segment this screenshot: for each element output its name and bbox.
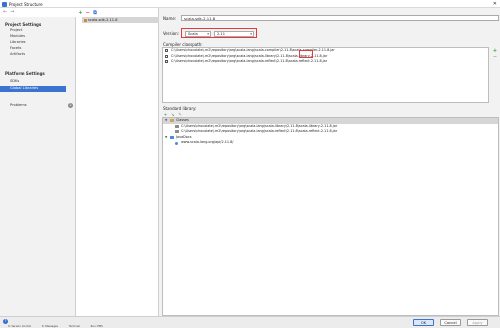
sidebar-item-libraries[interactable]: Libraries bbox=[10, 40, 76, 46]
version-highlight-box bbox=[299, 50, 313, 58]
standard-library-tree: ▼ Classes C:\Users\chocolate\.m2\reposit… bbox=[162, 117, 499, 316]
back-arrow-icon[interactable]: ← bbox=[3, 9, 7, 15]
compiler-classpath-list: C:\Users\chocolate\.m2\repository\org\sc… bbox=[162, 47, 489, 103]
problems-count-badge: 2 bbox=[68, 103, 73, 108]
jar-icon bbox=[165, 60, 168, 64]
global-libraries-panel: + − ⧉ scala-sdk-2.11.8 bbox=[76, 8, 159, 316]
version-select-value: 2.11 bbox=[217, 32, 226, 36]
version-highlight: Scala ▾ 2.11 ▾ bbox=[181, 28, 257, 38]
chevron-down-icon: ▾ bbox=[250, 32, 252, 36]
language-select-value: Scala bbox=[188, 32, 198, 36]
platform-settings-header: Platform Settings bbox=[5, 71, 45, 76]
version-label: Version: bbox=[163, 31, 180, 36]
library-item-scala-sdk[interactable]: scala-sdk-2.11.8 bbox=[82, 17, 159, 23]
name-label: Name: bbox=[163, 16, 177, 21]
classpath-toolbar: + − bbox=[491, 48, 499, 60]
close-icon[interactable]: ✕ bbox=[493, 1, 497, 7]
javadoc-icon bbox=[170, 136, 174, 140]
library-toolbar: + − ⧉ bbox=[78, 10, 99, 16]
library-name-input[interactable]: scala-sdk-2.11.8 bbox=[181, 15, 499, 21]
sidebar-item-facets[interactable]: Facets bbox=[10, 46, 76, 52]
standard-library-label: Standard library: bbox=[163, 106, 197, 111]
language-select[interactable]: Scala ▾ bbox=[185, 31, 211, 37]
remove-classpath-icon[interactable]: − bbox=[491, 54, 499, 60]
window-title: Project Structure bbox=[9, 1, 43, 7]
window-titlebar: Project Structure ✕ bbox=[0, 0, 500, 8]
list-item[interactable]: C:\Users\chocolate\.m2\repository\org\sc… bbox=[163, 59, 488, 65]
jar-icon bbox=[175, 130, 179, 134]
forward-arrow-icon[interactable]: → bbox=[10, 9, 14, 15]
library-icon bbox=[83, 18, 87, 22]
sidebar-item-project[interactable]: Project bbox=[10, 28, 76, 34]
version-select[interactable]: 2.11 ▾ bbox=[214, 31, 254, 37]
jar-icon bbox=[165, 54, 168, 58]
jar-icon bbox=[175, 124, 179, 128]
project-settings-header: Project Settings bbox=[5, 22, 42, 27]
tree-node-javadoc-url[interactable]: www.scala-lang.org/api/2.11.8/ bbox=[163, 140, 498, 146]
sidebar-item-modules[interactable]: Modules bbox=[10, 34, 76, 40]
sidebar-item-global-libraries[interactable]: Global Libraries bbox=[0, 86, 66, 92]
jar-icon bbox=[165, 49, 168, 53]
remove-library-icon[interactable]: − bbox=[85, 11, 90, 16]
library-details: Name: scala-sdk-2.11.8 Version: Scala ▾ … bbox=[159, 8, 500, 316]
sidebar-item-artifacts[interactable]: Artifacts bbox=[10, 52, 76, 58]
chevron-down-icon: ▾ bbox=[207, 32, 209, 36]
sidebar-item-problems[interactable]: Problems bbox=[10, 103, 76, 109]
settings-sidebar: Project Settings Project Modules Librari… bbox=[0, 17, 76, 316]
copy-library-icon[interactable]: ⧉ bbox=[93, 11, 98, 16]
classpath-path: C:\Users\chocolate\.m2\repository\org\sc… bbox=[171, 59, 328, 64]
library-item-label: scala-sdk-2.11.8 bbox=[88, 18, 118, 22]
sidebar-item-sdks[interactable]: SDKs bbox=[10, 79, 76, 85]
folder-icon bbox=[170, 119, 174, 123]
javadoc-url-text: www.scala-lang.org/api/2.11.8/ bbox=[181, 140, 234, 145]
globe-icon bbox=[175, 141, 179, 145]
add-library-icon[interactable]: + bbox=[78, 11, 83, 16]
app-icon bbox=[2, 1, 7, 7]
nav-toolbar: ← → bbox=[0, 8, 76, 17]
help-icon[interactable]: ? bbox=[3, 319, 8, 324]
